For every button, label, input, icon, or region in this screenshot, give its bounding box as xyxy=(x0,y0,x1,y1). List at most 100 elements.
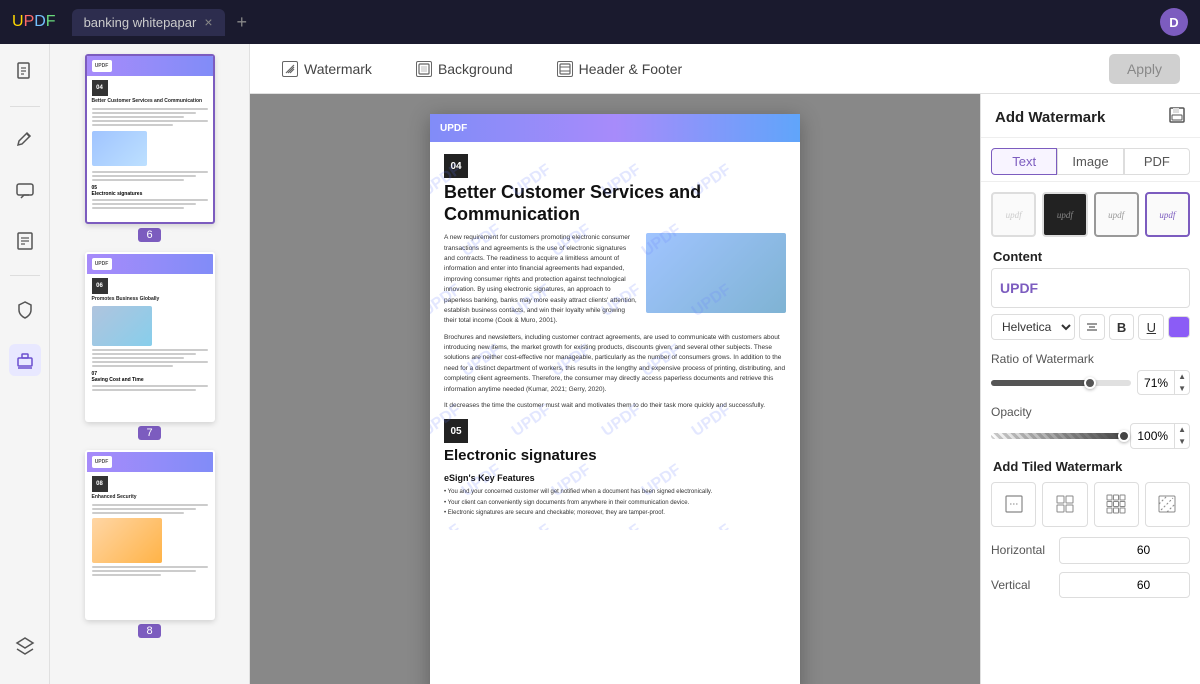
doc-title-2: Electronic signatures xyxy=(444,447,786,465)
opacity-value: 100% xyxy=(1131,427,1174,445)
save-icon[interactable] xyxy=(1168,106,1186,129)
sidebar-icon-edit[interactable] xyxy=(9,125,41,157)
preset-grid: updf updf updf updf xyxy=(981,182,1200,243)
color-picker[interactable] xyxy=(1168,316,1190,338)
sidebar-icon-document[interactable] xyxy=(9,56,41,88)
thumbnail-img-8: UPDF 08 Enhanced Security xyxy=(85,450,215,620)
ratio-slider-row: Ratio of Watermark 71% ▲ ▼ xyxy=(981,348,1200,401)
header-footer-icon xyxy=(557,61,573,77)
doc-section-04: 04 xyxy=(444,154,468,178)
ratio-label: Ratio of Watermark xyxy=(991,352,1190,366)
underline-button[interactable]: U xyxy=(1138,314,1164,340)
opacity-slider-wrap: 100% ▲ ▼ xyxy=(991,423,1190,448)
opacity-slider-track[interactable] xyxy=(991,433,1124,439)
horizontal-label: Horizontal xyxy=(991,543,1051,557)
avatar[interactable]: D xyxy=(1160,8,1188,36)
font-select[interactable]: Helvetica xyxy=(991,314,1075,340)
opacity-slider-thumb[interactable] xyxy=(1118,430,1130,442)
opacity-up[interactable]: ▲ xyxy=(1175,424,1189,436)
apply-button[interactable]: Apply xyxy=(1109,54,1180,84)
sidebar-icon-stamp[interactable] xyxy=(9,344,41,376)
panel-header: Add Watermark xyxy=(981,94,1200,138)
header-footer-tab[interactable]: Header & Footer xyxy=(545,55,695,83)
doc-and-panel: UPDF UPDF UPDF UPDF UPDF UPDF UPDF UPDF xyxy=(250,94,1200,684)
opacity-down[interactable]: ▼ xyxy=(1175,436,1189,448)
doc-bullet-3: • Electronic signatures are secure and c… xyxy=(444,508,786,518)
watermark-tab[interactable]: Watermark xyxy=(270,55,384,83)
doc-content: UPDF UPDF UPDF UPDF UPDF UPDF UPDF UPDF … xyxy=(430,142,800,530)
tab-close-button[interactable]: × xyxy=(204,15,212,29)
ratio-down[interactable]: ▼ xyxy=(1175,383,1189,395)
opacity-value-wrap: 100% ▲ ▼ xyxy=(1130,423,1190,448)
opacity-arrows: ▲ ▼ xyxy=(1174,424,1189,447)
vertical-input-wrap: ▲ ▼ xyxy=(1059,572,1190,599)
bold-button[interactable]: B xyxy=(1109,314,1135,340)
thumbnail-item-8[interactable]: UPDF 08 Enhanced Security xyxy=(60,450,239,638)
content-area: Watermark Background xyxy=(250,44,1200,684)
doc-main-title: Better Customer Services and Communicati… xyxy=(444,182,786,225)
font-row: Helvetica B U xyxy=(981,314,1200,348)
panel-title: Add Watermark xyxy=(995,109,1105,126)
type-tabs: Text Image PDF xyxy=(981,138,1200,182)
align-icon[interactable] xyxy=(1079,314,1105,340)
background-icon xyxy=(416,61,432,77)
title-bar: UPDF banking whitepapar × + D xyxy=(0,0,1200,44)
sidebar-icon-protect[interactable] xyxy=(9,294,41,326)
horizontal-input-wrap: ▲ ▼ xyxy=(1059,537,1190,564)
tiled-3x3[interactable] xyxy=(1094,482,1139,527)
horizontal-input[interactable] xyxy=(1060,540,1190,560)
type-tab-image[interactable]: Image xyxy=(1057,148,1123,175)
document-tab[interactable]: banking whitepapar × xyxy=(72,9,225,36)
thumbnail-label-8: 8 xyxy=(138,624,160,638)
sidebar-icon-layers[interactable] xyxy=(9,630,41,662)
thumbnail-label-7: 7 xyxy=(138,426,160,440)
type-tab-text[interactable]: Text xyxy=(991,148,1057,175)
ratio-slider-thumb[interactable] xyxy=(1084,377,1096,389)
ratio-arrows: ▲ ▼ xyxy=(1174,371,1189,394)
preset-1[interactable]: updf xyxy=(991,192,1036,237)
doc-bullet-1: • You and your concerned customer will g… xyxy=(444,487,786,497)
doc-header-bar: UPDF xyxy=(430,114,800,142)
doc-logo: UPDF xyxy=(440,123,467,134)
thumbnail-img-6: UPDF 04 Better Customer Services and Com… xyxy=(85,54,215,224)
thumbnail-item-6[interactable]: UPDF 04 Better Customer Services and Com… xyxy=(60,54,239,242)
right-panel: Add Watermark Text Image PDF xyxy=(980,94,1200,684)
preset-3[interactable]: updf xyxy=(1094,192,1139,237)
new-tab-button[interactable]: + xyxy=(237,12,248,33)
ratio-slider-fill xyxy=(991,380,1090,386)
tiled-2x2[interactable] xyxy=(1042,482,1087,527)
doc-image-1 xyxy=(646,233,786,313)
thumbnail-item-7[interactable]: UPDF 06 Promotes Business Globally 07Sav… xyxy=(60,252,239,440)
content-input-value: UPDF xyxy=(1000,280,1038,296)
ratio-up[interactable]: ▲ xyxy=(1175,371,1189,383)
doc-section-2: 05 Electronic signatures eSign's Key Fea… xyxy=(444,419,786,518)
doc-body-2: Brochures and newsletters, including cus… xyxy=(444,333,786,395)
doc-body-3: It decreases the time the customer must … xyxy=(444,401,786,411)
thumbnail-img-7: UPDF 06 Promotes Business Globally 07Sav… xyxy=(85,252,215,422)
preset-4[interactable]: updf xyxy=(1145,192,1190,237)
sidebar-icon-form[interactable] xyxy=(9,225,41,257)
type-tab-pdf[interactable]: PDF xyxy=(1124,148,1190,175)
preset-2[interactable]: updf xyxy=(1042,192,1087,237)
content-input-wrap[interactable]: UPDF xyxy=(991,268,1190,308)
main-area: UPDF 04 Better Customer Services and Com… xyxy=(0,44,1200,684)
tiled-single[interactable] xyxy=(991,482,1036,527)
document-view: UPDF UPDF UPDF UPDF UPDF UPDF UPDF UPDF xyxy=(250,94,980,684)
tab-name: banking whitepapar xyxy=(84,15,197,30)
tiled-diagonal[interactable] xyxy=(1145,482,1190,527)
vertical-input[interactable] xyxy=(1060,575,1190,595)
opacity-slider-row: Opacity 100% ▲ ▼ xyxy=(981,401,1200,454)
top-toolbar: Watermark Background xyxy=(250,44,1200,94)
header-footer-label: Header & Footer xyxy=(579,61,683,77)
content-section-label: Content xyxy=(981,243,1200,268)
background-tab[interactable]: Background xyxy=(404,55,525,83)
doc-bullet-2: • Your client can conveniently sign docu… xyxy=(444,498,786,508)
sidebar-divider-2 xyxy=(10,275,40,276)
sidebar-icon-comment[interactable] xyxy=(9,175,41,207)
background-label: Background xyxy=(438,61,513,77)
ratio-slider-track[interactable] xyxy=(991,380,1131,386)
horizontal-row: Horizontal ▲ ▼ xyxy=(981,535,1200,566)
document-page: UPDF UPDF UPDF UPDF UPDF UPDF UPDF UPDF xyxy=(430,114,800,684)
ratio-slider-wrap: 71% ▲ ▼ xyxy=(991,370,1190,395)
ratio-value-wrap: 71% ▲ ▼ xyxy=(1137,370,1190,395)
